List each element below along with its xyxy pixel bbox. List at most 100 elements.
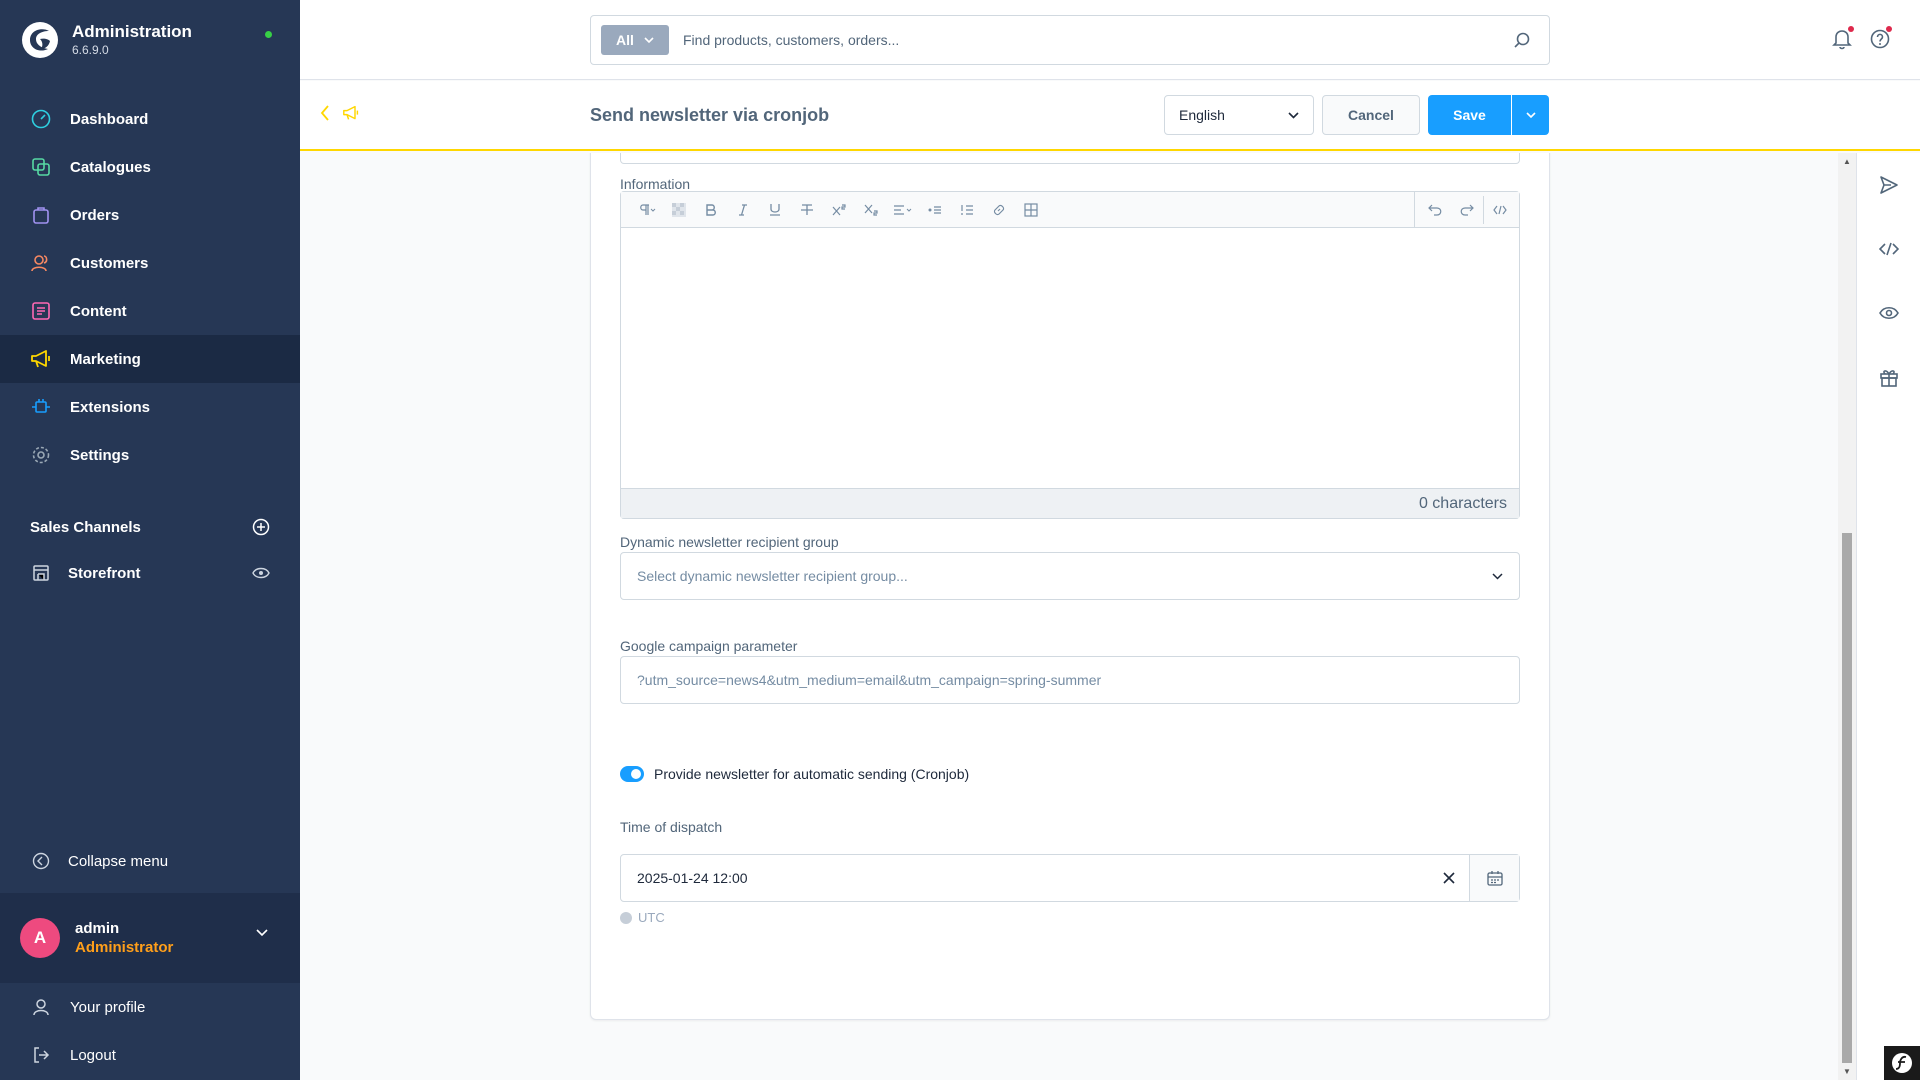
campaign-parameter-label: Google campaign parameter: [620, 638, 798, 654]
calendar-icon[interactable]: [1469, 855, 1519, 901]
extensions-icon: [30, 396, 52, 418]
recipient-group-select[interactable]: Select dynamic newsletter recipient grou…: [620, 552, 1520, 600]
chevron-down-icon[interactable]: [256, 929, 268, 937]
save-button[interactable]: Save: [1428, 95, 1511, 135]
global-search: All: [590, 15, 1550, 65]
avatar: A: [20, 918, 60, 958]
clear-icon[interactable]: [1429, 872, 1469, 884]
link-icon[interactable]: [983, 196, 1015, 224]
user-icon: [30, 996, 52, 1018]
bullet-list-icon[interactable]: [919, 196, 951, 224]
dispatch-time-value: 2025-01-24 12:00: [637, 870, 748, 886]
bottom-links: Your profile Logout: [0, 983, 300, 1079]
superscript-icon[interactable]: [823, 196, 855, 224]
editor-toolbar: [621, 192, 1519, 228]
nav-item-marketing[interactable]: Marketing: [0, 335, 300, 383]
color-picker-icon[interactable]: [663, 196, 695, 224]
strikethrough-icon[interactable]: [791, 196, 823, 224]
collapse-menu-button[interactable]: Collapse menu: [30, 850, 168, 872]
search-icon[interactable]: [1513, 31, 1531, 49]
logout-link[interactable]: Logout: [0, 1031, 300, 1079]
user-menu[interactable]: A admin Administrator: [0, 893, 300, 983]
recipient-group-label: Dynamic newsletter recipient group: [620, 534, 839, 550]
collapse-menu-label: Collapse menu: [68, 852, 169, 870]
catalogue-icon: [30, 156, 52, 178]
redo-icon[interactable]: [1451, 196, 1483, 224]
search-type-select[interactable]: All: [601, 25, 669, 55]
logout-label: Logout: [70, 1046, 116, 1064]
search-input[interactable]: [683, 32, 1483, 48]
cronjob-toggle-switch[interactable]: [620, 766, 644, 782]
notification-dot: [1848, 26, 1854, 32]
eye-icon[interactable]: [252, 567, 270, 579]
nav-item-dashboard[interactable]: Dashboard: [0, 95, 300, 143]
character-count: 0 characters: [621, 488, 1519, 518]
preview-eye-icon[interactable]: [1877, 301, 1901, 325]
back-link[interactable]: [320, 105, 360, 121]
table-icon[interactable]: [1015, 196, 1047, 224]
nav-item-customers[interactable]: Customers: [0, 239, 300, 287]
nav-label: Settings: [70, 446, 130, 464]
timezone-label: UTC: [638, 910, 665, 925]
add-circle-icon[interactable]: [252, 518, 270, 536]
gift-icon[interactable]: [1877, 365, 1901, 389]
cancel-button[interactable]: Cancel: [1322, 95, 1420, 135]
content-scrollbar[interactable]: ▲ ▼: [1838, 153, 1856, 1080]
sales-channel-storefront[interactable]: Storefront: [30, 562, 270, 584]
recipient-group-placeholder: Select dynamic newsletter recipient grou…: [637, 568, 908, 584]
nav-label: Catalogues: [70, 158, 151, 176]
nav-item-catalogues[interactable]: Catalogues: [0, 143, 300, 191]
code-icon[interactable]: [1877, 237, 1901, 261]
settings-icon: [30, 444, 52, 466]
notifications-bell-icon[interactable]: [1832, 26, 1854, 50]
underline-icon[interactable]: [759, 196, 791, 224]
nav-label: Content: [70, 302, 127, 320]
bold-icon[interactable]: [695, 196, 727, 224]
brand[interactable]: Administration 6.6.9.0: [22, 22, 192, 58]
send-icon[interactable]: [1877, 173, 1901, 197]
newsletter-form-card: Information 0 characters Dynamic newslet…: [590, 153, 1550, 1020]
nav-label: Extensions: [70, 398, 151, 416]
numbered-list-icon[interactable]: [951, 196, 983, 224]
scroll-down-arrow-icon[interactable]: ▼: [1843, 1067, 1851, 1076]
chevron-down-icon: [1492, 572, 1503, 580]
logout-icon: [30, 1044, 52, 1066]
your-profile-label: Your profile: [70, 998, 146, 1016]
page-title: Send newsletter via cronjob: [590, 105, 830, 125]
help-icon[interactable]: [1870, 26, 1892, 50]
undo-icon[interactable]: [1419, 196, 1451, 224]
cronjob-toggle-label: Provide newsletter for automatic sending…: [654, 766, 970, 782]
sales-channels-header: Sales Channels: [30, 518, 270, 536]
your-profile-link[interactable]: Your profile: [0, 983, 300, 1031]
nav-item-settings[interactable]: Settings: [0, 431, 300, 479]
code-view-icon[interactable]: [1483, 195, 1515, 224]
nav-item-content[interactable]: Content: [0, 287, 300, 335]
language-switch[interactable]: English: [1164, 95, 1314, 135]
editor-content-area[interactable]: [621, 228, 1519, 488]
scroll-up-arrow-icon[interactable]: ▲: [1843, 157, 1851, 166]
nav-label: Orders: [70, 206, 120, 224]
scroll-thumb[interactable]: [1842, 533, 1852, 1063]
italic-icon[interactable]: [727, 196, 759, 224]
save-options-button[interactable]: [1512, 95, 1549, 135]
cronjob-toggle-row: Provide newsletter for automatic sending…: [620, 766, 969, 782]
topbar: All: [300, 0, 1920, 80]
nav-item-extensions[interactable]: Extensions: [0, 383, 300, 431]
shopware-logo-icon: [22, 22, 58, 58]
main-content: Information 0 characters Dynamic newslet…: [300, 153, 1841, 1080]
symfony-toolbar-icon[interactable]: [1884, 1046, 1920, 1080]
smart-bar: Send newsletter via cronjob English Canc…: [300, 81, 1920, 151]
align-icon[interactable]: [887, 196, 919, 224]
admin-sidebar: Administration 6.6.9.0 Dashboard Catalog…: [0, 0, 300, 1080]
timezone-hint: UTC: [620, 910, 665, 925]
dispatch-time-field[interactable]: 2025-01-24 12:00: [620, 854, 1520, 902]
topbar-icons: [1832, 26, 1892, 50]
language-value: English: [1179, 107, 1225, 123]
subscript-icon[interactable]: [855, 196, 887, 224]
nav-label: Dashboard: [70, 110, 149, 128]
user-role: Administrator: [75, 939, 174, 956]
nav-item-orders[interactable]: Orders: [0, 191, 300, 239]
campaign-parameter-input[interactable]: [637, 672, 1503, 688]
paragraph-format-icon[interactable]: [631, 196, 663, 224]
previous-field[interactable]: [620, 153, 1520, 164]
